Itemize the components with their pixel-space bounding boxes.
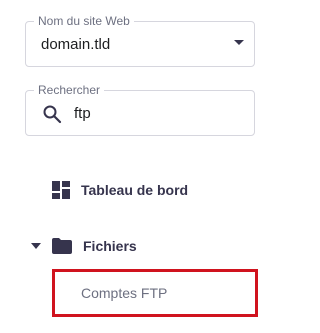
- website-select-label: Nom du site Web: [34, 14, 134, 28]
- sidebar-item-dashboard[interactable]: Tableau de bord: [52, 179, 188, 201]
- sidebar-item-ftp-accounts[interactable]: Comptes FTP: [52, 269, 258, 317]
- search-input[interactable]: ftp: [74, 105, 91, 123]
- website-select[interactable]: Nom du site Web domain.tld: [25, 14, 255, 67]
- search-field[interactable]: Rechercher ftp: [25, 83, 255, 136]
- chevron-down-icon[interactable]: [234, 40, 244, 45]
- sidebar-item-label: Tableau de bord: [81, 182, 189, 198]
- sidebar-item-label: Fichiers: [83, 238, 137, 254]
- dashboard-icon: [52, 181, 70, 199]
- folder-icon: [52, 238, 72, 254]
- search-icon: [43, 105, 62, 124]
- expand-triangle-icon[interactable]: [31, 243, 41, 249]
- sidebar-item-label: Comptes FTP: [81, 285, 168, 301]
- sidebar-item-files[interactable]: Fichiers: [31, 235, 137, 257]
- search-field-label: Rechercher: [34, 83, 105, 97]
- website-select-value: domain.tld: [41, 36, 111, 53]
